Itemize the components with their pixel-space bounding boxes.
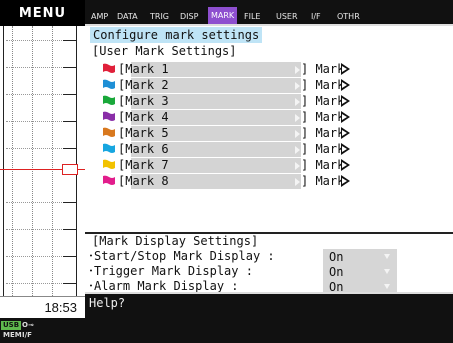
user-mark-section-title: [User Mark Settings] bbox=[92, 44, 237, 58]
display-settings-title: [Mark Display Settings] bbox=[92, 234, 259, 248]
mark-name-label: [Mark 7 bbox=[118, 158, 169, 172]
tab-othr[interactable]: OTHR bbox=[334, 10, 363, 24]
tab-amp[interactable]: AMP bbox=[88, 10, 111, 24]
mark-name-label: [Mark 2 bbox=[118, 78, 169, 92]
start-stop-dropdown[interactable]: On bbox=[323, 249, 397, 265]
mark-play-button[interactable] bbox=[341, 175, 350, 187]
mark-name-label: [Mark 6 bbox=[118, 142, 169, 156]
trigger-mark-dropdown[interactable]: On bbox=[323, 264, 397, 280]
field-arrow-icon bbox=[295, 98, 300, 106]
field-arrow-icon bbox=[295, 66, 300, 74]
mark-play-button[interactable] bbox=[341, 127, 350, 139]
page-title: Configure mark settings bbox=[90, 27, 263, 43]
status-indicators: USB O⊸ MEM I/F bbox=[0, 318, 85, 343]
tab-if[interactable]: I/F bbox=[308, 10, 324, 24]
mark-flag-icon bbox=[103, 143, 115, 153]
field-arrow-icon bbox=[295, 146, 300, 154]
mark-button-label: ] Mark bbox=[301, 126, 345, 140]
mark-play-button[interactable] bbox=[341, 143, 350, 155]
mark-play-button[interactable] bbox=[341, 79, 350, 91]
mark-flag-icon bbox=[103, 95, 115, 105]
clock: 18:53 bbox=[0, 296, 85, 318]
tab-file[interactable]: FILE bbox=[241, 10, 263, 24]
mark-flag-icon bbox=[103, 79, 115, 89]
mark-button-label: ] Mark bbox=[301, 62, 345, 76]
start-stop-value: On bbox=[329, 250, 344, 264]
help-bar: Help? bbox=[85, 292, 453, 343]
chevron-down-icon bbox=[384, 254, 390, 259]
field-arrow-icon bbox=[295, 130, 300, 138]
help-text: Help? bbox=[89, 296, 126, 310]
start-stop-label: ･Start/Stop Mark Display : bbox=[88, 249, 275, 263]
mark-play-button[interactable] bbox=[341, 159, 350, 171]
link-status-badge: O⊸ bbox=[22, 321, 34, 329]
mark-play-button[interactable] bbox=[341, 63, 350, 75]
mark-button-label: ] Mark bbox=[301, 110, 345, 124]
alarm-mark-dropdown[interactable]: On bbox=[323, 279, 397, 294]
mark-button-label: ] Mark bbox=[301, 94, 345, 108]
mark-flag-icon bbox=[103, 63, 115, 73]
tab-data[interactable]: DATA bbox=[114, 10, 141, 24]
mark-name-label: [Mark 5 bbox=[118, 126, 169, 140]
tab-disp[interactable]: DISP bbox=[177, 10, 201, 24]
mark-play-button[interactable] bbox=[341, 111, 350, 123]
field-arrow-icon bbox=[295, 162, 300, 170]
tab-trig[interactable]: TRIG bbox=[147, 10, 172, 24]
menu-button[interactable]: MENU bbox=[0, 0, 85, 26]
mark-settings-panel: Configure mark settings [User Mark Setti… bbox=[85, 26, 453, 232]
mark-button-label: ] Mark bbox=[301, 142, 345, 156]
mark-play-button[interactable] bbox=[341, 95, 350, 107]
mark-button-label: ] Mark bbox=[301, 158, 345, 172]
waveform-preview bbox=[0, 26, 85, 296]
trigger-mark-value: On bbox=[329, 265, 344, 279]
mark-name-label: [Mark 8 bbox=[118, 174, 169, 188]
mark-flag-icon bbox=[103, 111, 115, 121]
trigger-marker bbox=[62, 164, 78, 175]
field-arrow-icon bbox=[295, 178, 300, 186]
tab-mark[interactable]: MARK bbox=[208, 7, 238, 24]
tab-user[interactable]: USER bbox=[273, 10, 301, 24]
mark-button-label: ] Mark bbox=[301, 78, 345, 92]
field-arrow-icon bbox=[295, 82, 300, 90]
mark-button-label: ] Mark bbox=[301, 174, 345, 188]
tab-bar: AMP DATA TRIG DISP MARK FILE USER I/F OT… bbox=[85, 0, 453, 26]
mark-flag-icon bbox=[103, 175, 115, 185]
mark-flag-icon bbox=[103, 127, 115, 137]
usb-status-badge: USB bbox=[1, 321, 22, 330]
field-arrow-icon bbox=[295, 114, 300, 122]
chevron-down-icon bbox=[384, 284, 390, 289]
mark-display-settings: [Mark Display Settings] ･Start/Stop Mark… bbox=[85, 234, 453, 294]
mark-flag-icon bbox=[103, 159, 115, 169]
trigger-mark-label: ･Trigger Mark Display : bbox=[88, 264, 253, 278]
mark-name-label: [Mark 1 bbox=[118, 62, 169, 76]
interface-status-badge: I/F bbox=[22, 331, 32, 339]
mark-name-label: [Mark 3 bbox=[118, 94, 169, 108]
chevron-down-icon bbox=[384, 269, 390, 274]
mark-name-label: [Mark 4 bbox=[118, 110, 169, 124]
